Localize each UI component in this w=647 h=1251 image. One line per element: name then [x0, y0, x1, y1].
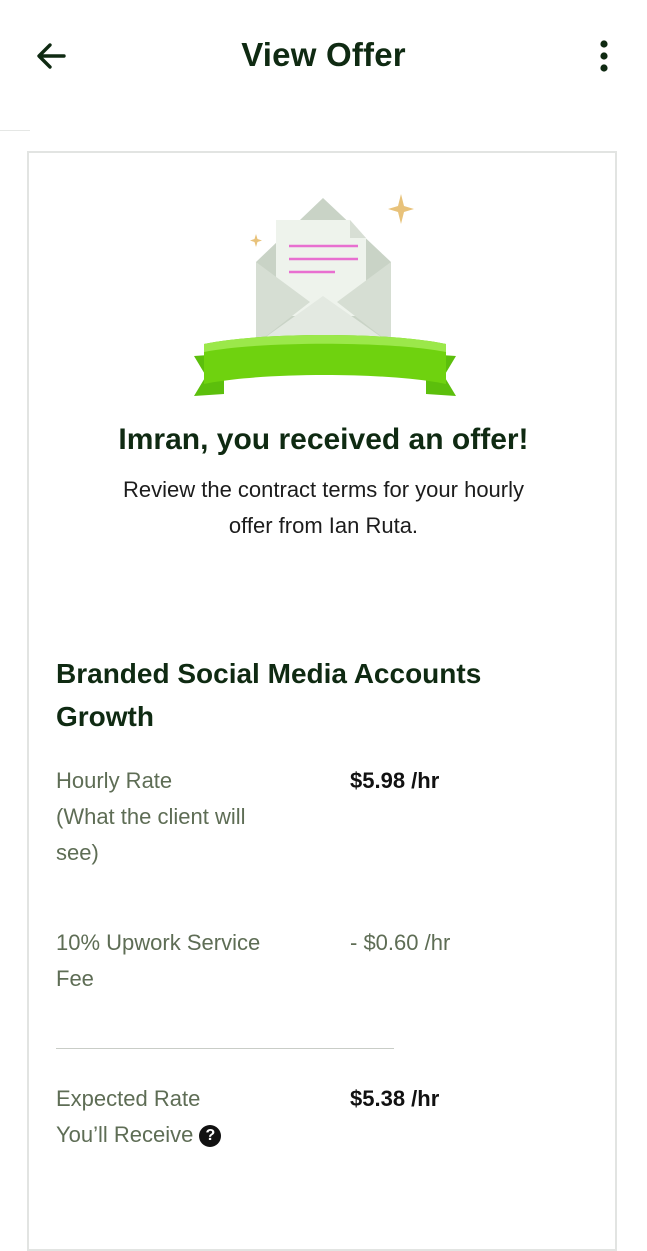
hourly-rate-value: $5.98 /hr — [350, 768, 440, 793]
service-fee-label: 10% Upwork Service Fee — [56, 925, 316, 997]
offer-headline: Imran, you received an offer! — [118, 423, 529, 456]
top-app-bar: View Offer — [0, 0, 647, 112]
subtitle-line: Review the contract terms for your hourl… — [122, 477, 525, 502]
job-title-line: Branded Social Media Accounts — [56, 658, 482, 689]
job-title: Branded Social Media Accounts Growth — [56, 652, 576, 738]
label-text: You’ll Receive — [56, 1122, 194, 1147]
divider — [56, 1048, 394, 1049]
label-line: Fee — [56, 966, 94, 991]
hourly-rate-label: Hourly Rate (What the client will see) — [56, 763, 316, 871]
label-line: You’ll Receive? — [56, 1117, 316, 1153]
subtitle-line: offer from Ian Ruta. — [228, 513, 419, 538]
label-line: (What the client will — [56, 804, 246, 829]
label-line: 10% Upwork Service — [56, 930, 261, 955]
job-title-line: Growth — [56, 701, 154, 732]
page-title: View Offer — [241, 36, 406, 73]
more-vertical-icon[interactable] — [590, 36, 618, 76]
label-line: see) — [56, 840, 99, 865]
question-circle-icon[interactable]: ? — [199, 1125, 222, 1147]
expected-rate-value: $5.38 /hr — [350, 1086, 440, 1111]
service-fee-value: - $0.60 /hr — [350, 930, 451, 955]
envelope-ribbon-icon — [194, 194, 456, 396]
expected-rate-label: Expected Rate You’ll Receive? — [56, 1081, 316, 1153]
divider — [0, 130, 30, 131]
label-line: Expected Rate — [56, 1086, 201, 1111]
offer-subtitle: Review the contract terms for your hourl… — [70, 472, 577, 544]
label-line: Hourly Rate — [56, 768, 173, 793]
